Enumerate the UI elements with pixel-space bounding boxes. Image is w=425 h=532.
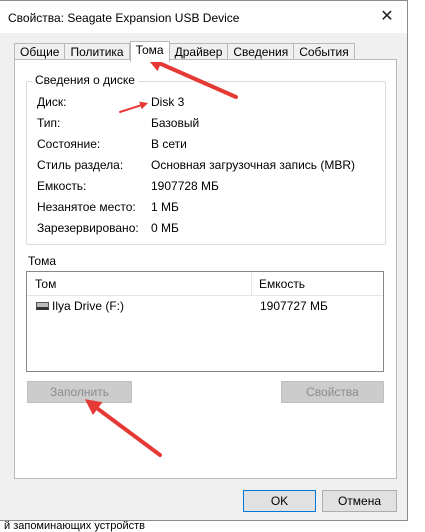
partition-style-value: Основная загрузочная запись (MBR) (151, 158, 356, 172)
properties-button[interactable]: Свойства (281, 381, 384, 403)
column-header-capacity[interactable]: Емкость (251, 272, 383, 296)
type-value: Базовый (151, 116, 200, 130)
disk-info-title: Сведения о диске (32, 73, 138, 87)
close-icon[interactable]: ✕ (377, 7, 397, 27)
column-header-volume[interactable]: Том (27, 272, 251, 296)
partition-style-label: Стиль раздела: (37, 158, 124, 172)
window-title: Свойства: Seagate Expansion USB Device (8, 11, 240, 25)
disk-value: Disk 3 (151, 95, 185, 109)
volume-row[interactable]: Ilya Drive (F:) 1907727 МБ (27, 298, 383, 316)
status-value: В сети (151, 137, 187, 151)
volumes-list[interactable]: Том Емкость Ilya Drive (F:) 1907727 МБ (26, 271, 384, 372)
status-label: Состояние: (37, 137, 101, 151)
populate-button[interactable]: Заполнить (27, 381, 132, 403)
capacity-value: 1907728 МБ (151, 179, 219, 193)
volumes-title: Тома (28, 254, 56, 268)
capacity-label: Емкость: (37, 179, 87, 193)
volume-capacity: 1907727 МБ (260, 299, 328, 313)
ok-button[interactable]: OK (243, 490, 316, 512)
tab-volumes[interactable]: Тома (129, 41, 170, 62)
cancel-button[interactable]: Отмена (322, 490, 397, 512)
title-bar[interactable]: Свойства: Seagate Expansion USB Device ✕ (0, 1, 407, 33)
volumes-list-header: Том Емкость (27, 272, 383, 296)
type-label: Тип: (37, 116, 61, 130)
reserved-value: 0 МБ (151, 221, 179, 235)
unallocated-value: 1 МБ (151, 200, 179, 214)
unallocated-label: Незанятое место: (37, 200, 136, 214)
tab-strip: Общие Политика Тома Драйвер Сведения Соб… (14, 41, 355, 62)
disk-label: Диск: (37, 95, 67, 109)
background-footer-text: й запоминающих устройств (4, 520, 146, 532)
drive-icon (36, 302, 49, 310)
volume-name: Ilya Drive (F:) (52, 299, 124, 313)
reserved-label: Зарезервировано: (37, 221, 139, 235)
